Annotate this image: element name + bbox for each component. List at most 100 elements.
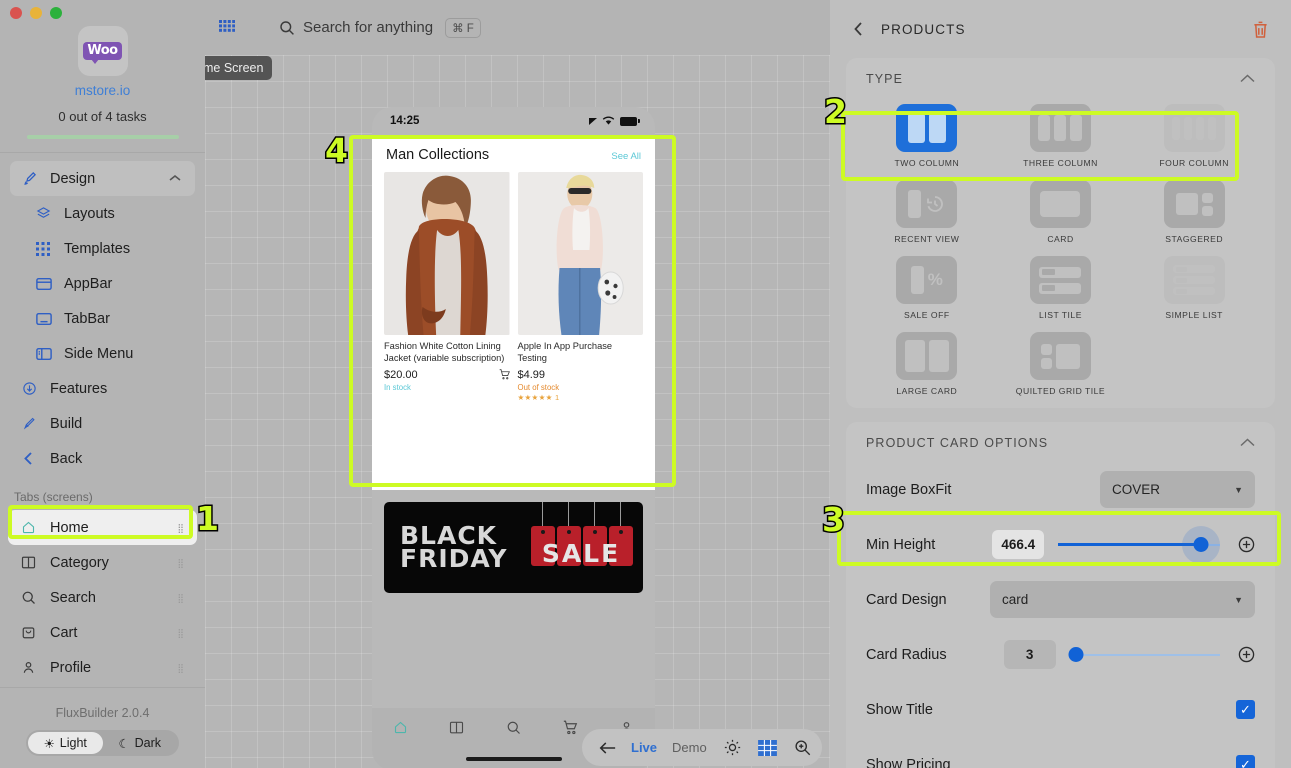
- section-title: TYPE: [866, 72, 903, 86]
- app-grid-icon[interactable]: [219, 20, 235, 36]
- editor-canvas[interactable]: Home Screen 14:25 Man Collections See Al…: [205, 55, 830, 768]
- sidebar-item-label: Back: [50, 451, 82, 467]
- tasks-status: 0 out of 4 tasks: [0, 109, 205, 124]
- search-input[interactable]: Search for anything ⌘ F: [279, 18, 481, 38]
- trash-icon[interactable]: [1252, 20, 1269, 39]
- simple-list-icon: [1164, 256, 1225, 304]
- theme-toggle[interactable]: ☀ Light ☾ Dark: [26, 730, 179, 756]
- theme-option-light[interactable]: ☀ Light: [28, 732, 103, 754]
- sidebar-item-label: Features: [50, 381, 107, 397]
- brand-link[interactable]: mstore.io: [0, 83, 205, 98]
- sidebar-item-label: Side Menu: [64, 346, 133, 362]
- toolbar-live-button[interactable]: Live: [631, 740, 657, 755]
- toolbar-demo-button[interactable]: Demo: [672, 740, 707, 755]
- sidebar-item-build[interactable]: Build: [10, 406, 195, 441]
- right-properties-panel: PRODUCTS TYPE TWO COLUMN: [830, 0, 1291, 768]
- card-radius-add-icon[interactable]: [1238, 646, 1255, 663]
- sidebar-item-templates[interactable]: Templates: [0, 231, 205, 266]
- type-option-quilted-grid-tile[interactable]: QUILTED GRID TILE: [994, 332, 1128, 396]
- show-title-row: Show Title ✓: [846, 682, 1275, 737]
- battery-icon: [620, 117, 637, 126]
- image-boxfit-select[interactable]: COVER ▼: [1100, 471, 1255, 508]
- show-pricing-checkbox[interactable]: ✓: [1236, 755, 1255, 768]
- sidebar-tab-profile[interactable]: Profile ⣿: [8, 650, 197, 685]
- card-options-header[interactable]: PRODUCT CARD OPTIONS: [846, 436, 1275, 462]
- min-height-slider[interactable]: [1058, 533, 1220, 557]
- type-option-simple-list[interactable]: SIMPLE LIST: [1127, 256, 1261, 320]
- sidebar-item-layouts[interactable]: Layouts: [0, 196, 205, 231]
- product-stock-status: Out of stock: [518, 383, 644, 392]
- type-option-staggered[interactable]: STAGGERED: [1127, 180, 1261, 244]
- home-icon: [21, 520, 41, 535]
- type-option-card[interactable]: CARD: [994, 180, 1128, 244]
- add-to-cart-icon[interactable]: [499, 369, 510, 380]
- sidebar-item-label: Design: [50, 171, 95, 187]
- type-option-large-card[interactable]: LARGE CARD: [860, 332, 994, 396]
- type-option-list-tile[interactable]: LIST TILE: [994, 256, 1128, 320]
- card-radius-slider[interactable]: [1070, 643, 1220, 667]
- sidebar-tab-label: Profile: [50, 660, 91, 676]
- tasks-progress-bar: [27, 135, 179, 139]
- type-section-header[interactable]: TYPE: [846, 72, 1275, 98]
- drag-handle-icon[interactable]: ⣿: [177, 561, 185, 565]
- sidebar-tab-search[interactable]: Search ⣿: [8, 580, 197, 615]
- close-window-button[interactable]: [10, 7, 22, 19]
- window-traffic-lights: [10, 7, 62, 19]
- type-option-four-column[interactable]: FOUR COLUMN: [1127, 104, 1261, 168]
- min-height-add-icon[interactable]: [1238, 536, 1255, 553]
- product-card[interactable]: Fashion White Cotton Lining Jacket (vari…: [384, 172, 510, 402]
- sidebar-item-side-menu[interactable]: Side Menu: [0, 336, 205, 371]
- zoom-window-button[interactable]: [50, 7, 62, 19]
- annotation-marker-3: 3: [822, 503, 845, 536]
- product-meta: Fashion White Cotton Lining Jacket (vari…: [384, 335, 510, 392]
- sidebar-tab-home[interactable]: Home ⣿: [8, 510, 197, 545]
- sidebar-item-features[interactable]: Features: [10, 371, 195, 406]
- sidebar-item-appbar[interactable]: AppBar: [0, 266, 205, 301]
- see-all-link[interactable]: See All: [611, 151, 641, 162]
- type-option-three-column[interactable]: THREE COLUMN: [994, 104, 1128, 168]
- show-title-checkbox[interactable]: ✓: [1236, 700, 1255, 719]
- search-icon: [279, 20, 295, 36]
- zoom-in-icon[interactable]: [794, 739, 811, 756]
- sun-icon[interactable]: [724, 739, 741, 756]
- sidebar-tab-category[interactable]: Category ⣿: [8, 545, 197, 580]
- product-card[interactable]: Apple In App Purchase Testing $4.99 Out …: [518, 172, 644, 402]
- sidebar-item-design[interactable]: Design: [10, 161, 195, 196]
- type-option-label: FOUR COLUMN: [1159, 158, 1228, 168]
- card-radius-label: Card Radius: [866, 647, 947, 663]
- type-option-two-column[interactable]: TWO COLUMN: [860, 104, 994, 168]
- phone-tab-search-icon[interactable]: [485, 720, 542, 735]
- phone-collection-preview[interactable]: Man Collections See All: [372, 135, 655, 490]
- chevron-up-icon[interactable]: [1240, 436, 1255, 450]
- card-radius-row: Card Radius 3: [846, 627, 1275, 682]
- drag-handle-icon[interactable]: ⣿: [177, 631, 185, 635]
- card-design-row: Card Design card ▼: [846, 572, 1275, 627]
- sidebar-tab-cart[interactable]: Cart ⣿: [8, 615, 197, 650]
- arrow-left-icon[interactable]: [599, 741, 616, 755]
- grid-icon: [36, 242, 57, 256]
- grid-icon[interactable]: [758, 740, 777, 756]
- chevron-left-icon[interactable]: [852, 21, 865, 37]
- phone-tab-home-icon[interactable]: [372, 720, 429, 735]
- phone-preview[interactable]: 14:25 Man Collections See All: [372, 107, 655, 768]
- chevron-up-icon[interactable]: [1240, 72, 1255, 86]
- sidebar-tab-label: Cart: [50, 625, 77, 641]
- banner-line-2: FRIDAY: [400, 547, 507, 570]
- sidebar-item-back[interactable]: Back: [10, 441, 195, 476]
- drag-handle-icon[interactable]: ⣿: [177, 526, 185, 530]
- drag-handle-icon[interactable]: ⣿: [177, 666, 185, 670]
- chevron-down-icon: ▼: [1234, 595, 1243, 605]
- chevron-up-icon[interactable]: [169, 173, 181, 185]
- phone-tab-category-icon[interactable]: [429, 720, 486, 735]
- theme-option-dark[interactable]: ☾ Dark: [103, 732, 178, 754]
- type-option-sale-off[interactable]: % SALE OFF: [860, 256, 994, 320]
- card-design-select[interactable]: card ▼: [990, 581, 1255, 618]
- minimize-window-button[interactable]: [30, 7, 42, 19]
- sidebar-item-tabbar[interactable]: TabBar: [0, 301, 205, 336]
- black-friday-banner[interactable]: BLACK FRIDAY SALE: [384, 502, 643, 593]
- min-height-value[interactable]: 466.4: [992, 530, 1044, 559]
- type-option-recent-view[interactable]: RECENT VIEW: [860, 180, 994, 244]
- drag-handle-icon[interactable]: ⣿: [177, 596, 185, 600]
- product-rating: ★★★★★ 1: [518, 393, 644, 402]
- card-radius-value[interactable]: 3: [1004, 640, 1056, 669]
